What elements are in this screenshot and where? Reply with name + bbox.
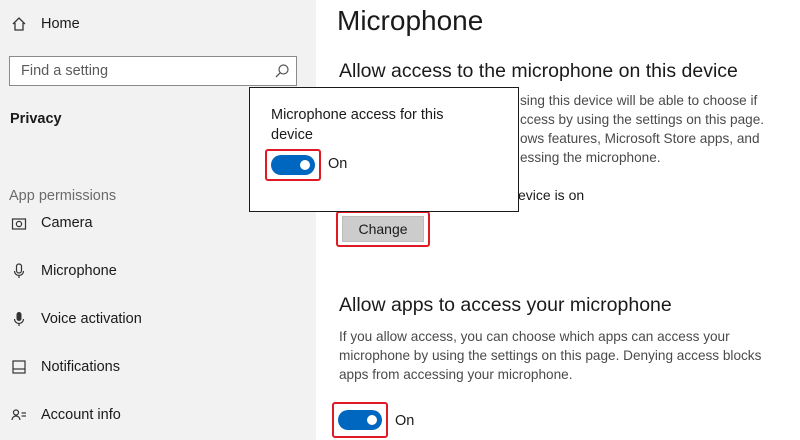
sidebar-item-account-info[interactable]: Account info bbox=[10, 406, 121, 424]
sidebar-home[interactable]: Home bbox=[10, 15, 80, 33]
settings-sidebar: Home Privacy App permissions Camera Micr… bbox=[0, 0, 316, 440]
device-access-toggle[interactable] bbox=[271, 155, 315, 175]
sidebar-item-label: Account info bbox=[41, 407, 121, 423]
sidebar-home-label: Home bbox=[41, 16, 80, 32]
description-line: sing this device will be able to choose … bbox=[520, 93, 758, 108]
toggle-knob bbox=[367, 415, 377, 425]
sidebar-item-label: Notifications bbox=[41, 359, 120, 375]
search-icon[interactable] bbox=[274, 63, 290, 79]
sidebar-item-label: Voice activation bbox=[41, 311, 142, 327]
description-line: ccess by using the settings on this page… bbox=[520, 112, 765, 127]
category-title: Privacy bbox=[10, 111, 62, 127]
popup-toggle-highlight bbox=[265, 149, 321, 181]
device-access-heading: Allow access to the microphone on this d… bbox=[339, 60, 738, 82]
voice-activation-icon bbox=[10, 310, 28, 328]
sidebar-item-microphone[interactable]: Microphone bbox=[10, 262, 117, 280]
description-line: essing the microphone. bbox=[520, 150, 661, 165]
camera-icon bbox=[10, 214, 28, 232]
microphone-access-popup: Microphone access for this device On bbox=[249, 87, 519, 212]
toggle-knob bbox=[300, 160, 310, 170]
search-box[interactable] bbox=[9, 56, 297, 86]
apps-toggle-highlight bbox=[332, 402, 388, 438]
sidebar-item-camera[interactable]: Camera bbox=[10, 214, 93, 232]
page-title: Microphone bbox=[337, 5, 484, 36]
home-icon bbox=[10, 15, 28, 33]
description-line: microphone by using the settings on this… bbox=[339, 348, 762, 363]
popup-title: Microphone access for this device bbox=[271, 107, 444, 143]
account-info-icon bbox=[10, 406, 28, 424]
device-access-status: evice is on bbox=[518, 187, 585, 203]
sidebar-item-label: Microphone bbox=[41, 263, 117, 279]
sidebar-item-notifications[interactable]: Notifications bbox=[10, 358, 120, 376]
sidebar-item-label: Camera bbox=[41, 215, 93, 231]
apps-access-toggle[interactable] bbox=[338, 410, 382, 430]
section-title: App permissions bbox=[9, 188, 117, 204]
apps-toggle-state: On bbox=[395, 413, 415, 429]
change-button[interactable]: Change bbox=[342, 216, 424, 242]
apps-access-description: If you allow access, you can choose whic… bbox=[339, 327, 779, 384]
search-input[interactable] bbox=[10, 57, 281, 85]
sidebar-item-voice-activation[interactable]: Voice activation bbox=[10, 310, 142, 328]
description-line: If you allow access, you can choose whic… bbox=[339, 329, 730, 344]
apps-access-heading: Allow apps to access your microphone bbox=[339, 294, 672, 316]
microphone-icon bbox=[10, 262, 28, 280]
change-button-highlight: Change bbox=[336, 211, 430, 247]
device-access-description: sing this device will be able to choose … bbox=[520, 91, 780, 167]
description-line: ows features, Microsoft Store apps, and bbox=[520, 131, 760, 146]
notifications-icon bbox=[10, 358, 28, 376]
description-line: apps from accessing your microphone. bbox=[339, 367, 573, 382]
popup-toggle-state: On bbox=[328, 156, 348, 172]
